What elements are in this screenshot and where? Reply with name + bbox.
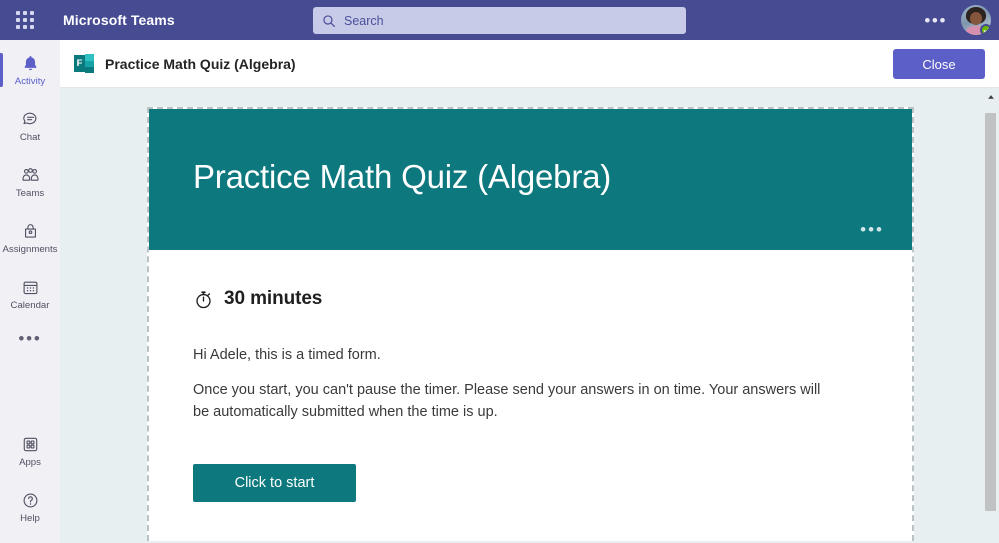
- microsoft-forms-icon: F: [74, 54, 94, 73]
- waffle-dot: [23, 25, 27, 29]
- waffle-dot: [30, 25, 34, 29]
- scrollbar-track[interactable]: [982, 105, 999, 543]
- waffle-dot: [16, 11, 20, 15]
- close-button[interactable]: Close: [893, 49, 985, 79]
- teams-window: Microsoft Teams Search ••• Activity Chat…: [0, 0, 999, 543]
- sidebar-item-help[interactable]: Help: [0, 481, 60, 533]
- search-input[interactable]: Search: [313, 7, 686, 34]
- waffle-dot: [23, 11, 27, 15]
- teams-icon: [20, 165, 41, 186]
- search-icon: [322, 14, 336, 28]
- form-title: Practice Math Quiz (Algebra): [193, 157, 612, 195]
- sidebar-item-assignments[interactable]: Assignments: [0, 212, 60, 264]
- form-timer: 30 minutes: [193, 288, 868, 310]
- app-header: F Practice Math Quiz (Algebra) Close: [60, 40, 999, 88]
- sidebar-item-label: Assignments: [2, 244, 58, 256]
- sidebar-item-label: Calendar: [10, 300, 50, 312]
- sidebar-item-label: Help: [20, 513, 40, 525]
- left-rail-bottom-group: Apps Help: [0, 421, 60, 543]
- form-timer-label: 30 minutes: [224, 288, 323, 309]
- bell-icon: [21, 53, 40, 74]
- sidebar-item-label: Activity: [14, 76, 46, 88]
- form-card: Practice Math Quiz (Algebra) ••• 30 minu…: [147, 107, 914, 541]
- sidebar-item-label: Chat: [19, 132, 41, 144]
- sidebar-item-apps[interactable]: Apps: [0, 425, 60, 477]
- settings-overflow-icon[interactable]: •••: [920, 12, 951, 29]
- sidebar-item-chat[interactable]: Chat: [0, 100, 60, 152]
- assignments-icon: [21, 221, 40, 242]
- scroll-up-caret-icon[interactable]: [982, 88, 999, 105]
- form-body: 30 minutes Hi Adele, this is a timed for…: [149, 250, 912, 502]
- form-banner: Practice Math Quiz (Algebra) •••: [149, 109, 912, 250]
- sidebar-item-calendar[interactable]: Calendar: [0, 268, 60, 320]
- search-bar[interactable]: Search: [313, 7, 686, 34]
- top-bar: Microsoft Teams Search •••: [0, 0, 999, 40]
- waffle-dot: [16, 25, 20, 29]
- waffle-dot: [16, 18, 20, 22]
- content-area: Practice Math Quiz (Algebra) ••• 30 minu…: [60, 88, 999, 543]
- form-overflow-icon[interactable]: •••: [860, 221, 884, 238]
- avatar[interactable]: [961, 5, 991, 35]
- help-icon: [21, 490, 40, 511]
- waffle-dot: [23, 18, 27, 22]
- form-instructions-text: Once you start, you can't pause the time…: [193, 382, 821, 420]
- scrollbar-thumb[interactable]: [985, 113, 996, 511]
- chat-icon: [21, 109, 40, 130]
- waffle-dot: [30, 18, 34, 22]
- waffle-dot: [30, 11, 34, 15]
- click-to-start-button[interactable]: Click to start: [193, 463, 356, 502]
- sidebar-item-teams[interactable]: Teams: [0, 156, 60, 208]
- forms-icon-letter: F: [74, 55, 85, 72]
- forms-icon-block: [85, 67, 94, 73]
- app-launcher-icon[interactable]: [11, 6, 39, 34]
- sidebar-item-label: Teams: [15, 188, 45, 200]
- top-bar-right-group: •••: [920, 0, 991, 40]
- apps-icon: [21, 434, 40, 455]
- search-placeholder: Search: [344, 13, 384, 28]
- app-brand-title: Microsoft Teams: [63, 12, 175, 28]
- presence-available-icon: [980, 24, 991, 35]
- form-greeting-text: Hi Adele, this is a timed form.: [193, 347, 381, 363]
- stopwatch-icon: [193, 289, 214, 310]
- sidebar-item-label: Apps: [19, 457, 41, 469]
- avatar-face: [970, 12, 982, 25]
- sidebar-more-icon[interactable]: •••: [0, 322, 60, 356]
- forms-icon-block: [85, 54, 94, 61]
- page-title: Practice Math Quiz (Algebra): [105, 55, 296, 72]
- sidebar-item-activity[interactable]: Activity: [0, 44, 60, 96]
- vertical-scrollbar[interactable]: [982, 88, 999, 543]
- left-rail: Activity Chat Teams Assignments Calendar…: [0, 40, 60, 543]
- calendar-icon: [21, 277, 40, 298]
